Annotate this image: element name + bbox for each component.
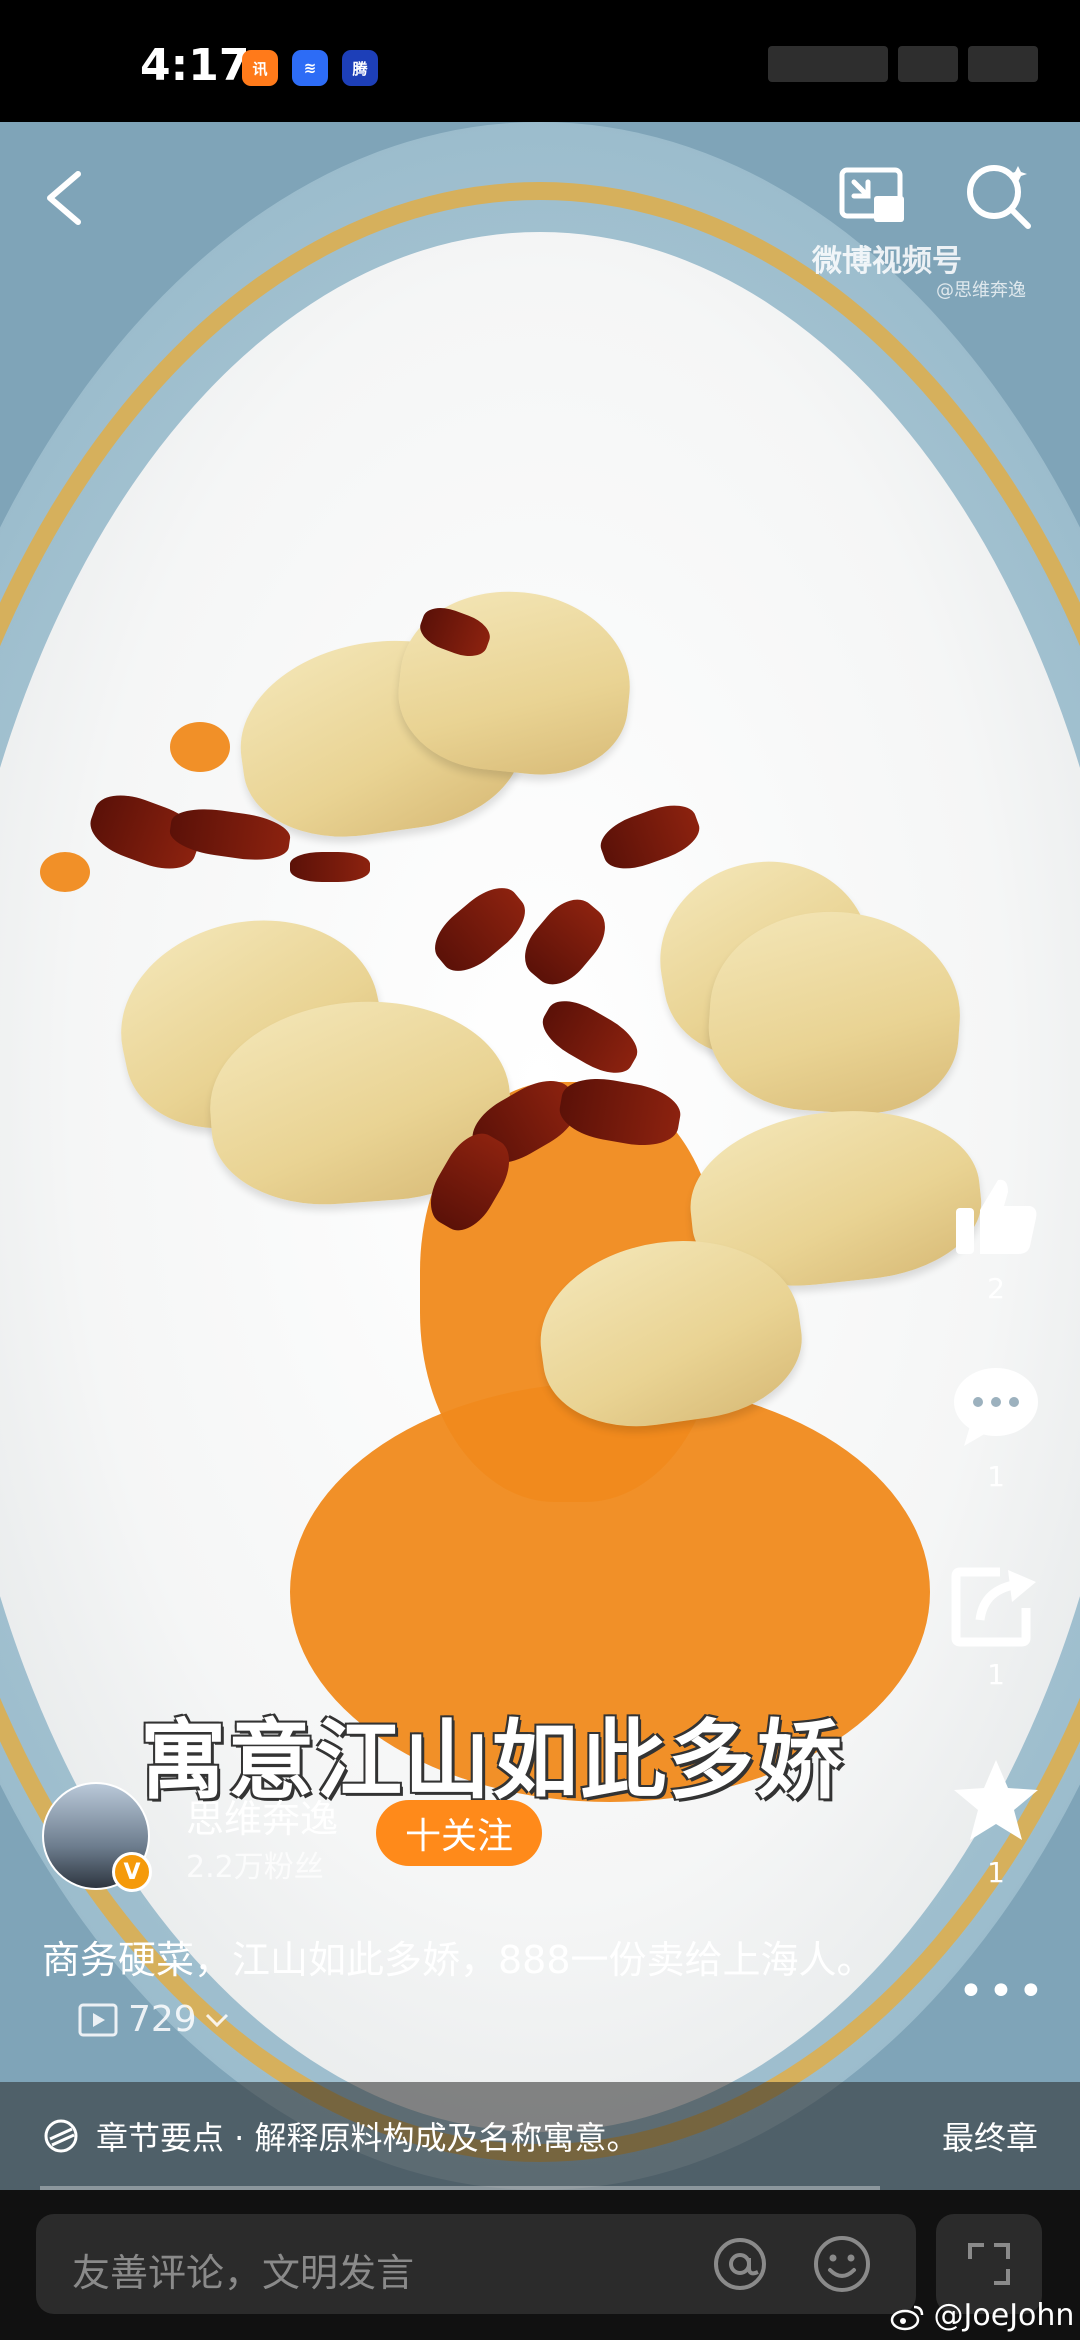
author-fans: 2.2万粉丝 [186,1850,324,1885]
watermark-logo: 微博视频号 [812,244,962,279]
like-count: 2 [987,1272,1005,1305]
chapter-bar[interactable]: 章节要点 · 解释原料构成及名称寓意。 最终章 [0,2082,1080,2190]
share-icon [951,1567,1036,1647]
status-indicators [768,46,1038,82]
comment-count: 1 [987,1460,1005,1493]
like-button[interactable]: 2 [950,1170,1042,1305]
fullscreen-icon [968,2243,1010,2285]
final-chapter-link[interactable]: 最终章 [942,2113,1038,2159]
search-icon[interactable] [964,160,1034,230]
weibo-handle: @JoeJohn [933,2298,1075,2333]
dried-chili [290,852,370,882]
comment-placeholder: 友善评论，文明发言 [72,2251,415,2295]
video-player[interactable] [0,122,1080,2190]
more-options-icon[interactable]: ••• [958,1966,1048,2017]
author-name[interactable]: 思维奔逸 [186,1788,338,1843]
chapter-icon [44,2119,78,2153]
verified-badge: V [112,1852,152,1892]
weibo-icon [890,2305,924,2330]
post-description-text: 商务硬菜，江山如此多娇，888一份卖给上海人。 [42,1938,875,1982]
back-icon[interactable] [38,168,90,228]
follow-button[interactable]: 十关注 [376,1800,542,1866]
play-count-value: 729 [128,1999,197,2040]
picture-in-picture-icon[interactable] [838,164,908,228]
favorite-count: 1 [987,1856,1005,1889]
play-count[interactable]: 729 [78,1990,241,2050]
thumbs-up-icon [956,1179,1037,1254]
watermark-handle: @思维奔逸 [936,280,1026,301]
chapter-summary: 章节要点 · 解释原料构成及名称寓意。 [96,2119,639,2157]
mention-icon[interactable] [712,2236,768,2292]
chevron-down-icon [205,2013,228,2028]
sauce-drop [170,722,230,772]
star-icon [954,1760,1038,1840]
share-count: 1 [987,1658,1005,1691]
status-bar: 4:17 讯 ≋ 腾 [0,0,1080,122]
audio-app-icon: ≋ [292,50,328,86]
sauce-drop [40,852,90,892]
status-time: 4:17 [140,40,250,91]
share-button[interactable]: 1 [950,1566,1042,1691]
tencent-app-icon: 腾 [342,50,378,86]
news-app-icon: 讯 [242,50,278,86]
comment-button[interactable]: 1 [950,1364,1042,1493]
favorite-button[interactable]: 1 [950,1756,1042,1889]
play-icon [78,2003,118,2037]
weibo-watermark: @JoeJohn [890,2298,1074,2333]
emoji-icon[interactable] [812,2234,872,2294]
post-description[interactable]: 商务硬菜，江山如此多娇，888一份卖给上海人。 729 [42,1930,902,2054]
chat-bubble-icon [954,1368,1038,1446]
